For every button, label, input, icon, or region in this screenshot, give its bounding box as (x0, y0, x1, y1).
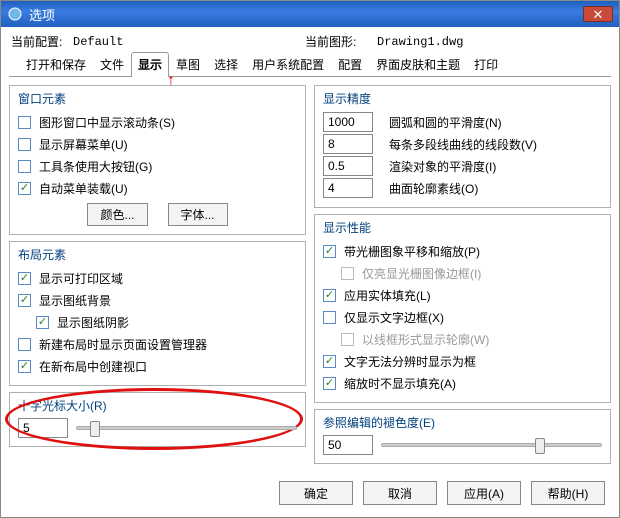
group-title: 显示性能 (323, 219, 602, 236)
drawing-label: 当前图形: (305, 33, 377, 50)
colors-button[interactable]: 颜色... (87, 203, 147, 226)
label-wireframe: 以线框形式显示轮廓(W) (362, 331, 489, 348)
label-scrollbar: 图形窗口中显示滚动条(S) (39, 114, 175, 131)
label-textframe: 仅显示文字边框(X) (344, 309, 444, 326)
label-surf: 曲面轮廓素线(O) (389, 180, 478, 197)
group-crosshair: 十字光标大小(R) (9, 392, 306, 447)
tabs: ↑ 打开和保存文件显示草图选择用户系统配置配置界面皮肤和主题打印 (9, 52, 611, 77)
titlebar: 选项 ✕ (1, 1, 619, 27)
tab-1[interactable]: 文件 (93, 52, 131, 76)
group-performance: 显示性能 带光栅图象平移和缩放(P) 仅亮显光栅图像边框(I) 应用实体填充(L… (314, 214, 611, 403)
label-nofillzoom: 缩放时不显示填充(A) (344, 375, 456, 392)
checkbox-autoload[interactable] (18, 182, 31, 195)
checkbox-nofillzoom[interactable] (323, 377, 336, 390)
label-arc: 圆弧和圆的平滑度(N) (389, 114, 502, 131)
fade-slider[interactable] (381, 443, 602, 447)
label-highlight: 仅亮显光栅图像边框(I) (362, 265, 481, 282)
tab-4[interactable]: 选择 (207, 52, 245, 76)
right-column: 显示精度 圆弧和圆的平滑度(N) 每条多段线曲线的线段数(V) 渲染对象的平滑度… (314, 85, 611, 469)
input-render[interactable] (323, 156, 373, 176)
footer: 确定 取消 应用(A) 帮助(H) (1, 473, 619, 517)
crosshair-slider[interactable] (76, 426, 297, 430)
apply-button[interactable]: 应用(A) (447, 481, 521, 505)
tab-8[interactable]: 打印 (467, 52, 505, 76)
checkbox-viewport[interactable] (18, 360, 31, 373)
tab-7[interactable]: 界面皮肤和主题 (369, 52, 467, 76)
left-column: 窗口元素 图形窗口中显示滚动条(S) 显示屏幕菜单(U) 工具条使用大按钮(G)… (9, 85, 306, 469)
crosshair-input[interactable] (18, 418, 68, 438)
checkbox-textframe[interactable] (323, 311, 336, 324)
slider-thumb[interactable] (90, 421, 100, 437)
group-precision: 显示精度 圆弧和圆的平滑度(N) 每条多段线曲线的线段数(V) 渲染对象的平滑度… (314, 85, 611, 208)
label-panzoom: 带光栅图象平移和缩放(P) (344, 243, 480, 260)
label-paperbg: 显示图纸背景 (39, 292, 111, 309)
checkbox-frameonly[interactable] (323, 355, 336, 368)
checkbox-highlight (341, 267, 354, 280)
label-viewport: 在新布局中创建视口 (39, 358, 147, 375)
cancel-button[interactable]: 取消 (363, 481, 437, 505)
options-dialog: 选项 ✕ 当前配置: Default 当前图形: Drawing1.dwg ↑ … (0, 0, 620, 518)
label-screenmenu: 显示屏幕菜单(U) (39, 136, 128, 153)
checkbox-solidfill[interactable] (323, 289, 336, 302)
label-shadow: 显示图纸阴影 (57, 314, 129, 331)
checkbox-scrollbar[interactable] (18, 116, 31, 129)
label-pagesetup: 新建布局时显示页面设置管理器 (39, 336, 207, 353)
fonts-button[interactable]: 字体... (168, 203, 228, 226)
config-value: Default (73, 35, 305, 49)
drawing-value: Drawing1.dwg (377, 35, 609, 49)
checkbox-bigbuttons[interactable] (18, 160, 31, 173)
input-seg[interactable] (323, 134, 373, 154)
input-arc[interactable] (323, 112, 373, 132)
group-fade: 参照编辑的褪色度(E) (314, 409, 611, 464)
close-button[interactable]: ✕ (583, 6, 613, 22)
checkbox-pagesetup[interactable] (18, 338, 31, 351)
group-window-elements: 窗口元素 图形窗口中显示滚动条(S) 显示屏幕菜单(U) 工具条使用大按钮(G)… (9, 85, 306, 235)
config-label: 当前配置: (11, 33, 73, 50)
app-icon (7, 6, 23, 22)
group-layout-elements: 布局元素 显示可打印区域 显示图纸背景 显示图纸阴影 新建布局时显示页面设置管理… (9, 241, 306, 386)
ok-button[interactable]: 确定 (279, 481, 353, 505)
label-autoload: 自动菜单装载(U) (39, 180, 128, 197)
checkbox-wireframe (341, 333, 354, 346)
label-bigbuttons: 工具条使用大按钮(G) (39, 158, 152, 175)
header-row: 当前配置: Default 当前图形: Drawing1.dwg (1, 27, 619, 52)
group-title: 显示精度 (323, 90, 602, 107)
input-surf[interactable] (323, 178, 373, 198)
checkbox-printable[interactable] (18, 272, 31, 285)
tab-6[interactable]: 配置 (331, 52, 369, 76)
help-button[interactable]: 帮助(H) (531, 481, 605, 505)
slider-thumb[interactable] (535, 438, 545, 454)
tab-panel: 窗口元素 图形窗口中显示滚动条(S) 显示屏幕菜单(U) 工具条使用大按钮(G)… (1, 77, 619, 473)
tab-3[interactable]: 草图 (169, 52, 207, 76)
window-title: 选项 (29, 5, 583, 24)
checkbox-panzoom[interactable] (323, 245, 336, 258)
label-render: 渲染对象的平滑度(I) (389, 158, 496, 175)
checkbox-screenmenu[interactable] (18, 138, 31, 151)
fade-input[interactable] (323, 435, 373, 455)
tab-5[interactable]: 用户系统配置 (245, 52, 331, 76)
label-frameonly: 文字无法分辨时显示为框 (344, 353, 476, 370)
group-title: 十字光标大小(R) (18, 397, 297, 414)
group-title: 参照编辑的褪色度(E) (323, 414, 602, 431)
group-title: 布局元素 (18, 246, 297, 263)
label-solidfill: 应用实体填充(L) (344, 287, 431, 304)
group-title: 窗口元素 (18, 90, 297, 107)
tab-0[interactable]: 打开和保存 (19, 52, 93, 76)
label-seg: 每条多段线曲线的线段数(V) (389, 136, 537, 153)
checkbox-paperbg[interactable] (18, 294, 31, 307)
label-printable: 显示可打印区域 (39, 270, 123, 287)
tab-2[interactable]: 显示 (131, 52, 169, 77)
checkbox-shadow[interactable] (36, 316, 49, 329)
